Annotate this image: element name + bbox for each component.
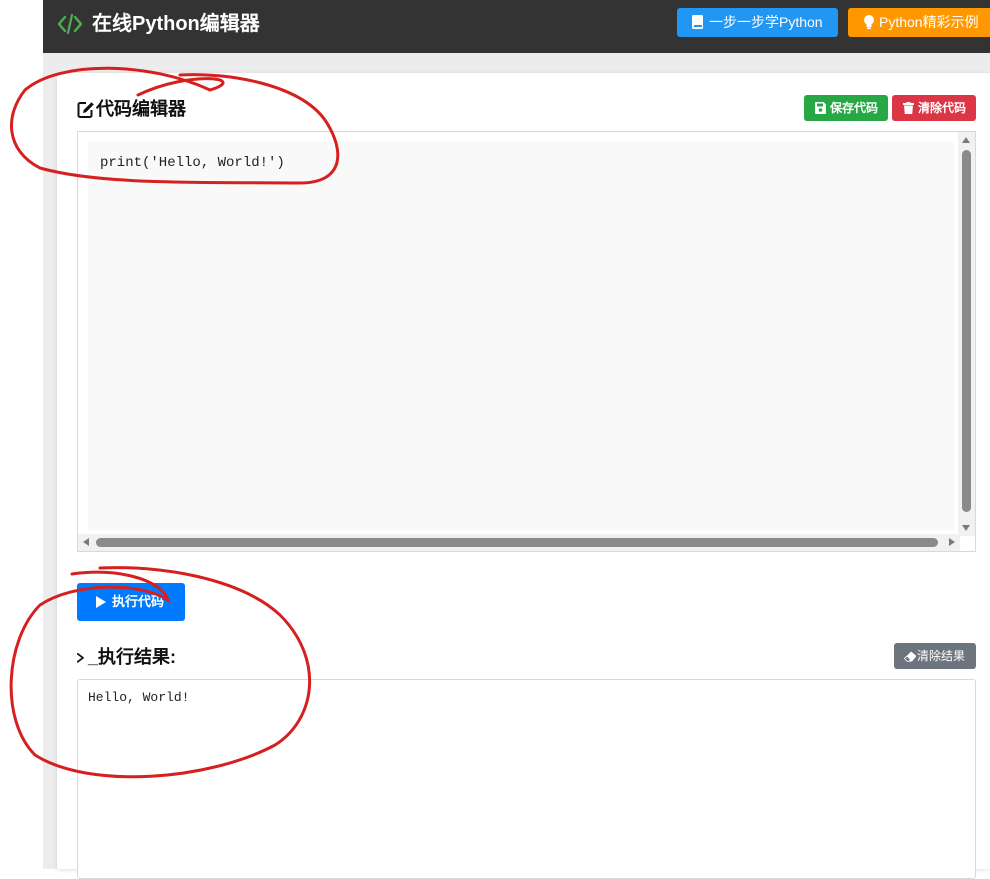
scroll-right-icon[interactable]	[949, 538, 955, 546]
run-code-label: 执行代码	[112, 594, 165, 609]
python-examples-button[interactable]: Python精彩示例	[848, 8, 990, 37]
app-title: 在线Python编辑器	[92, 13, 260, 35]
top-header: 在线Python编辑器 一步一步学Python Python精彩示例	[43, 0, 990, 53]
code-area[interactable]: print('Hello, World!')	[88, 142, 954, 531]
scroll-left-icon[interactable]	[83, 538, 89, 546]
lightbulb-icon	[864, 15, 874, 29]
code-editor[interactable]: print('Hello, World!')	[77, 131, 976, 552]
editor-title: 代码编辑器	[96, 99, 186, 119]
horizontal-scrollbar[interactable]	[78, 534, 960, 551]
clear-result-label: 清除结果	[917, 649, 966, 663]
horizontal-scroll-thumb[interactable]	[96, 538, 938, 547]
eraser-icon	[904, 651, 917, 662]
run-code-button[interactable]: 执行代码	[77, 583, 185, 621]
editor-heading: 代码编辑器	[77, 98, 186, 120]
learn-python-label: 一步一步学Python	[709, 14, 823, 30]
save-code-button[interactable]: 保存代码	[804, 95, 888, 121]
save-code-label: 保存代码	[830, 101, 879, 115]
result-text: Hello, World!	[88, 690, 190, 705]
code-icon	[57, 13, 83, 35]
book-icon	[692, 15, 703, 29]
result-title: _执行结果:	[88, 647, 177, 667]
python-examples-label: Python精彩示例	[879, 14, 979, 30]
edit-icon	[77, 102, 94, 118]
clear-code-label: 清除代码	[918, 101, 967, 115]
trash-icon	[903, 102, 914, 114]
vertical-scroll-thumb[interactable]	[962, 150, 971, 512]
play-icon	[96, 596, 106, 608]
terminal-icon	[77, 652, 84, 663]
scroll-up-icon[interactable]	[962, 137, 970, 143]
save-icon	[815, 102, 826, 114]
code-text[interactable]: print('Hello, World!')	[100, 154, 285, 172]
vertical-scrollbar[interactable]	[958, 132, 975, 536]
result-output: Hello, World!	[77, 679, 976, 879]
result-heading: _执行结果:	[77, 646, 176, 668]
scroll-down-icon[interactable]	[962, 525, 970, 531]
left-margin	[0, 0, 43, 869]
clear-code-button[interactable]: 清除代码	[892, 95, 976, 121]
clear-result-button[interactable]: 清除结果	[894, 643, 976, 669]
learn-python-button[interactable]: 一步一步学Python	[677, 8, 838, 37]
